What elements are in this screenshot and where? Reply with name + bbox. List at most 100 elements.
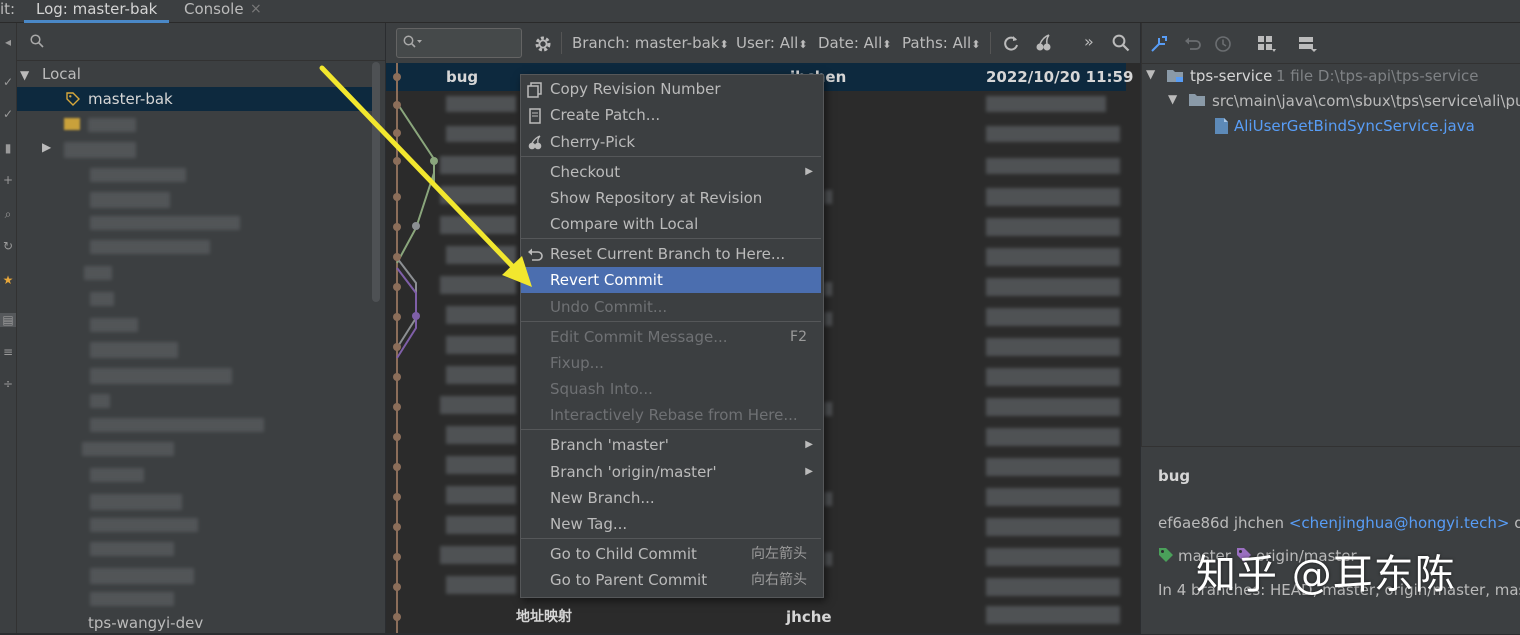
expand-triangle-icon[interactable]: ▼ — [20, 68, 29, 82]
menu-item-revert-commit[interactable]: Revert Commit — [521, 267, 821, 293]
menu-item-interactive-rebase[interactable]: Interactively Rebase from Here... — [521, 402, 821, 428]
menu-item-create-patch[interactable]: Create Patch... — [521, 102, 821, 128]
tab-log-master-bak[interactable]: Log: master-bak — [24, 0, 170, 23]
checkmark-icon[interactable]: ✓ — [0, 107, 16, 121]
menu-separator — [521, 538, 821, 539]
menu-item-fixup[interactable]: Fixup... — [521, 350, 821, 376]
branch-item-master-bak[interactable]: master-bak — [17, 87, 372, 111]
show-diff-icon[interactable] — [1150, 35, 1168, 53]
menu-item-label: Revert Commit — [550, 271, 663, 289]
update-icon[interactable]: ↻ — [0, 239, 16, 253]
submenu-arrow-icon: ▶ — [805, 466, 813, 477]
module-folder-icon — [1167, 70, 1183, 82]
redacted-date — [986, 248, 1120, 266]
redacted-commit — [446, 306, 516, 324]
history-icon[interactable] — [1214, 35, 1232, 53]
redacted-author — [824, 312, 832, 326]
redacted-commit — [440, 186, 516, 204]
menu-item-label: Create Patch... — [550, 106, 661, 124]
menu-item-new-tag[interactable]: New Tag... — [521, 511, 821, 537]
search-icon[interactable] — [1112, 34, 1130, 52]
redacted-branch — [90, 468, 144, 482]
redacted-commit — [446, 456, 516, 474]
menu-item-show-repository[interactable]: Show Repository at Revision — [521, 185, 821, 211]
menu-separator — [521, 429, 821, 430]
menu-item-cherry-pick[interactable]: Cherry-Pick — [521, 129, 821, 155]
author-email-link[interactable]: <chenjinghua@hongyi.tech> — [1289, 514, 1510, 532]
delete-icon[interactable]: ▮ — [0, 141, 16, 155]
scrollbar-thumb[interactable] — [372, 62, 380, 302]
more-actions-icon[interactable]: » — [1084, 32, 1094, 51]
gear-icon[interactable] — [533, 34, 553, 54]
group-by-icon[interactable] — [1257, 35, 1277, 53]
branch-item[interactable]: tps-wangyi-dev — [88, 611, 203, 635]
menu-item-reset-branch[interactable]: Reset Current Branch to Here... — [521, 241, 821, 267]
toolbar-separator — [990, 32, 991, 54]
commit-subject: 地址映射 — [516, 609, 572, 625]
align-icon[interactable]: ≡ — [0, 345, 16, 359]
favorite-star-icon[interactable]: ★ — [0, 273, 16, 287]
menu-item-label: Compare with Local — [550, 215, 699, 233]
user-filter-dropdown[interactable]: User: All⬍ — [736, 33, 808, 55]
redacted-date — [986, 548, 1120, 566]
menu-item-copy-revision[interactable]: Copy Revision Number — [521, 76, 821, 102]
menu-item-go-child[interactable]: Go to Child Commit 向左箭头 — [521, 541, 821, 567]
search-icon[interactable] — [30, 34, 44, 48]
menu-item-new-branch[interactable]: New Branch... — [521, 485, 821, 511]
refresh-icon[interactable] — [1002, 34, 1020, 52]
menu-separator — [521, 321, 821, 322]
redacted-branch — [90, 494, 182, 510]
module-name[interactable]: tps-service — [1190, 66, 1272, 86]
branch-search-bar[interactable] — [17, 28, 385, 61]
collapse-icon[interactable]: ÷ — [0, 377, 16, 391]
redacted-commit — [446, 516, 516, 534]
expand-triangle-icon[interactable]: ▼ — [1168, 92, 1177, 106]
redacted-date — [986, 578, 1120, 596]
redacted-commit — [440, 396, 516, 414]
branch-filter-dropdown[interactable]: Branch: master-bak⬍ — [572, 33, 729, 55]
menu-item-undo-commit[interactable]: Undo Commit... — [521, 294, 821, 320]
commit-hash[interactable]: ef6ae86d — [1158, 514, 1229, 532]
chevron-updown-icon: ⬍ — [882, 38, 892, 51]
redacted-commit — [440, 216, 516, 234]
layout-icon[interactable] — [1298, 35, 1318, 53]
folder-path[interactable]: src\main\java\com\sbux\tps\service\ali\p… — [1212, 91, 1520, 111]
expand-triangle-icon[interactable]: ▶ — [42, 140, 51, 154]
menu-item-go-parent[interactable]: Go to Parent Commit 向右箭头 — [521, 567, 821, 593]
redacted-author — [824, 492, 832, 506]
menu-item-compare-local[interactable]: Compare with Local — [521, 211, 821, 237]
menu-item-branch-origin-master[interactable]: Branch 'origin/master' ▶ — [521, 459, 821, 485]
close-icon[interactable]: × — [250, 0, 262, 18]
date-filter-dropdown[interactable]: Date: All⬍ — [818, 33, 892, 55]
search-icon[interactable]: ⌕ — [0, 207, 16, 221]
menu-item-squash[interactable]: Squash Into... — [521, 376, 821, 402]
tab-console[interactable]: Console — [172, 0, 256, 18]
menu-shortcut: F2 — [790, 329, 807, 345]
checkmark-icon[interactable]: ✓ — [0, 75, 16, 89]
changed-file-name[interactable]: AliUserGetBindSyncService.java — [1234, 116, 1475, 136]
expand-triangle-icon[interactable]: ▼ — [1146, 67, 1155, 81]
redacted-commit — [440, 276, 516, 294]
refresh-icon[interactable]: ◂ — [0, 35, 16, 49]
redacted-branch — [90, 518, 198, 532]
branch-filter-label: Branch: master-bak — [572, 34, 720, 52]
menu-item-edit-message[interactable]: Edit Commit Message... F2 — [521, 324, 821, 350]
menu-item-label: Edit Commit Message... — [550, 328, 728, 346]
undo-icon[interactable] — [1184, 35, 1202, 53]
redacted-branch — [90, 568, 194, 584]
submenu-arrow-icon: ▶ — [805, 439, 813, 450]
log-search-input[interactable] — [396, 28, 522, 58]
tree-node-local[interactable]: ▼ Local — [20, 62, 81, 86]
copy-icon — [527, 82, 542, 98]
cherry-pick-icon[interactable] — [1034, 33, 1054, 53]
redacted-date — [986, 96, 1106, 112]
menu-item-branch-master[interactable]: Branch 'master' ▶ — [521, 432, 821, 458]
redacted-date — [986, 606, 1120, 624]
redacted-date — [986, 428, 1120, 446]
plus-icon[interactable]: + — [0, 173, 16, 187]
redacted-date — [986, 278, 1120, 296]
menu-shortcut: 向左箭头 — [751, 546, 807, 562]
menu-item-checkout[interactable]: Checkout ▶ — [521, 159, 821, 185]
paths-filter-dropdown[interactable]: Paths: All⬍ — [902, 33, 980, 55]
log-layout-icon[interactable]: ▤ — [0, 313, 16, 327]
